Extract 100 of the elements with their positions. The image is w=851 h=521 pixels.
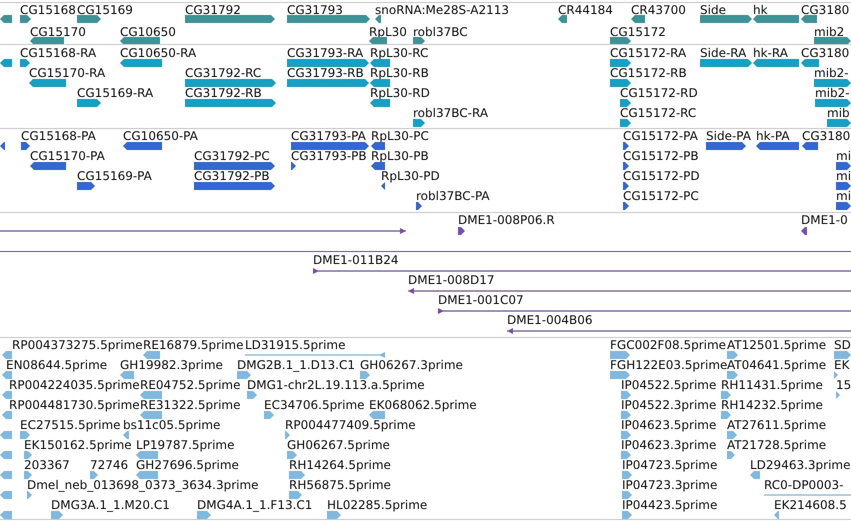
feature-label: CG15169	[77, 3, 133, 17]
feature-label: hk	[753, 3, 768, 17]
feature-label: CG3180	[801, 46, 850, 60]
feature-label: robl37BC	[413, 25, 468, 39]
feature-label: EK214608.5	[774, 498, 847, 512]
feature-label: 72746	[90, 458, 128, 472]
feature-label: IP04723.3prime	[622, 478, 718, 492]
feature-label: CG31793	[287, 3, 343, 17]
feature-label: LP19787.5prime	[136, 438, 235, 452]
feature-label: robl37BC-RA	[413, 106, 488, 120]
feature-label: CG31793-PA	[291, 129, 366, 143]
feature-label: IP04423.5prime	[622, 498, 718, 512]
feature-label: DMG2B.1_1.D13.C1	[237, 358, 355, 372]
feature-label: CG31792-PB	[194, 169, 270, 183]
feature-label: CG15172-PD	[623, 169, 700, 183]
feature-label: CG31792-RC	[185, 66, 262, 80]
feature-label: EK150162.5prime	[24, 438, 132, 452]
feature-label: 203367	[24, 458, 70, 472]
feature-label: Dmel_neb_013698_0373_3634.3prime	[27, 478, 259, 492]
feature-label: IP04723.5prime	[622, 458, 718, 472]
feature-label: CG15172-RD	[620, 86, 698, 100]
feature-label: hk-RA	[753, 46, 788, 60]
feature-label: RP004373275.5prime	[12, 338, 143, 352]
feature-label: CG15172-PA	[623, 129, 698, 143]
feature-label: RP004477409.5prime	[285, 418, 416, 432]
feature-label: bs11c05.5prime	[123, 418, 220, 432]
feature-label: RpL30-PD	[381, 169, 440, 183]
feature-label: EN08644.5prime	[6, 358, 108, 372]
feature-label: CG31793-RB	[287, 66, 364, 80]
feature-label: DME1-011B24	[313, 253, 399, 267]
feature-label: CG31793-PB	[291, 149, 367, 163]
feature-label: CG15172-RC	[620, 106, 696, 120]
feature-label: CG10650-RA	[120, 46, 196, 60]
feature-label: IP04623.5prime	[621, 418, 716, 432]
feature-label: CG15168-PA	[21, 129, 96, 143]
feature-label: Side	[700, 3, 726, 17]
feature-label: EC34706.5prime	[264, 398, 365, 412]
feature-label: DMG3A.1_1.M20.C1	[51, 498, 170, 512]
feature-label: RpL30	[369, 25, 407, 39]
feature-label: GH06267.3prime	[360, 358, 463, 372]
feature-label: EC27515.5prime	[20, 418, 121, 432]
feature-label: mi	[836, 149, 851, 163]
feature-label: mib2-	[815, 86, 850, 100]
feature-label: CG15172-RA	[610, 46, 686, 60]
feature-label: RpL30-PB	[371, 149, 429, 163]
feature-label: AT12501.5prime	[727, 338, 826, 352]
feature-label: RE31322.5prime	[140, 398, 240, 412]
feature-label: CG31792-RB	[185, 86, 262, 100]
feature-label: CG15170-PA	[30, 149, 105, 163]
feature-label: CG15170-RA	[29, 66, 106, 80]
feature-label: LD31915.5prime	[245, 338, 346, 352]
feature-label: mib2	[814, 25, 844, 39]
feature-label: IP04522.5prime	[621, 378, 716, 392]
feature-label: CG31793-RA	[287, 46, 364, 60]
feature-label: mib2-	[814, 66, 849, 80]
feature-label: CG15172-PB	[623, 149, 699, 163]
feature-label: snoRNA:Me28S-A2113	[375, 3, 509, 17]
feature-label: CG15169-PA	[77, 169, 152, 183]
feature-label: RE04752.5prime	[140, 378, 240, 392]
feature-label: RH14232.5prime	[721, 398, 823, 412]
feature-label: SD	[834, 338, 851, 352]
feature-label: AT04641.5prime	[727, 358, 826, 372]
feature-label: CG31792	[185, 3, 241, 17]
feature-label: CG15168	[20, 3, 76, 17]
feature-label: RP004224035.5prime	[9, 378, 140, 392]
feature-label: RP004481730.5prime	[9, 398, 140, 412]
feature-label: CG15170	[30, 25, 86, 39]
feature-label: DMG1-chr2L.19.113.a.5prime	[247, 378, 425, 392]
feature-label: EK068062.5prime	[369, 398, 477, 412]
feature-label: DME1-001C07	[438, 293, 524, 307]
feature-label: RC0-DP0003-	[764, 478, 844, 492]
feature-label: DME1-008P06.R	[458, 213, 555, 227]
feature-label: RpL30-RC	[370, 46, 428, 60]
feature-label: CG10650	[120, 25, 176, 39]
feature-label: CG15172-PC	[623, 189, 699, 203]
feature-label: LD29463.3prime	[750, 458, 851, 472]
feature-label: 15	[836, 378, 851, 392]
feature-label: CG15172	[610, 25, 666, 39]
feature-label: AT21728.5prime	[727, 438, 826, 452]
feature-label: RH14264.5prime	[289, 458, 391, 472]
feature-label: CG15168-RA	[20, 46, 96, 60]
feature-label: RpL30-RD	[370, 86, 430, 100]
feature-label: mi	[836, 169, 851, 183]
feature-label: CR44184	[558, 3, 613, 17]
feature-label: DMG4A.1_1.F13.C1	[197, 498, 312, 512]
feature-label: DME1-004B06	[507, 313, 593, 327]
feature-label: FGC002F08.5prime	[610, 338, 726, 352]
feature-label: HL02285.5prime	[327, 498, 428, 512]
feature-label: Side-RA	[700, 46, 746, 60]
feature-label: RH56875.5prime	[289, 478, 391, 492]
feature-label: RE16879.5prime	[143, 338, 244, 352]
feature-label: GH27696.5prime	[136, 458, 239, 472]
feature-label: FGH122E03.5prime	[610, 358, 728, 372]
feature-label: CG10650-PA	[123, 129, 198, 143]
feature-label: CG3180	[802, 129, 850, 143]
feature-label: robl37BC-PA	[416, 189, 490, 203]
feature-label: GH19982.3prime	[120, 358, 223, 372]
feature-label: EK	[834, 358, 850, 372]
feature-label: RpL30-RB	[370, 66, 429, 80]
feature-label: CG3180	[801, 3, 850, 17]
